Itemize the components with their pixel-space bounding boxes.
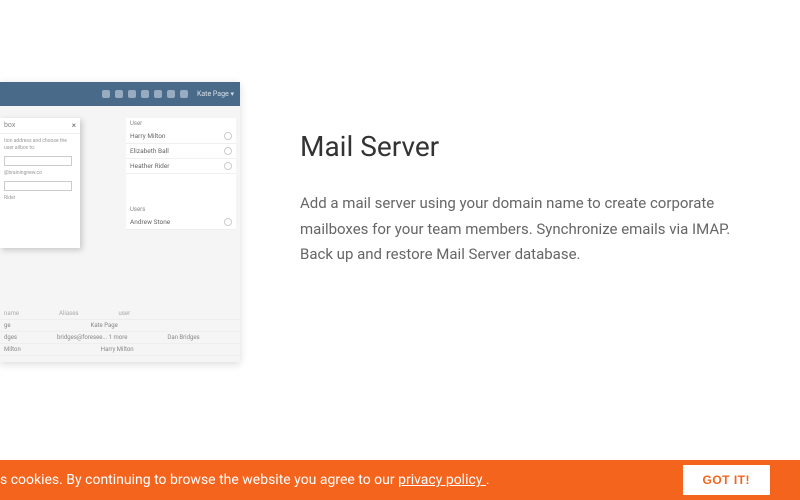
- current-user: Kate Page ▾: [197, 90, 234, 98]
- modal-title: box: [4, 121, 15, 130]
- mail-icon: [154, 90, 162, 98]
- user-row: Harry Milton: [126, 129, 236, 144]
- modal-hint: tion address and choose the user ailbox …: [4, 138, 76, 152]
- col-header: name: [4, 310, 19, 317]
- table-row: MiltonHarry Milton: [0, 344, 240, 356]
- close-icon: ×: [72, 121, 76, 130]
- mailboxes-table: name Aliases user geKate Page dgesbridges@…: [0, 308, 240, 356]
- radio-icon: [224, 132, 232, 140]
- gear-icon: [102, 90, 110, 98]
- search-icon: [128, 90, 136, 98]
- user-list-header: User: [126, 118, 236, 129]
- cookie-banner: s cookies. By continuing to browse the w…: [0, 460, 800, 500]
- mailbox-name-input: [4, 156, 72, 166]
- got-it-button[interactable]: GOT IT!: [683, 465, 771, 495]
- table-row: geKate Page: [0, 320, 240, 332]
- privacy-policy-link[interactable]: privacy policy: [398, 472, 486, 488]
- screenshot-mail-server: Kate Page ▾ box × tion address and choos…: [0, 82, 240, 362]
- cookie-text: s cookies. By continuing to browse the w…: [0, 472, 490, 488]
- apps-icon: [167, 90, 175, 98]
- radio-icon: [224, 218, 232, 226]
- user-row: Elizabeth Ball: [126, 144, 236, 159]
- owner-name: Rider: [4, 195, 76, 202]
- radio-icon: [224, 147, 232, 155]
- section-description: Add a mail server using your domain name…: [300, 191, 760, 268]
- user-row: Heather Rider: [126, 159, 236, 174]
- col-header: user: [119, 310, 131, 317]
- bell-icon: [115, 90, 123, 98]
- app-top-bar: Kate Page ▾: [0, 82, 240, 106]
- mailbox-owner-input: [4, 181, 72, 191]
- chat-icon: [141, 90, 149, 98]
- radio-icon: [224, 162, 232, 170]
- user-list-header: Users: [126, 204, 236, 215]
- table-row: dgesbridges@foresee... 1 moreDan Bridges: [0, 332, 240, 344]
- create-mailbox-modal: box × tion address and choose the user a…: [0, 118, 80, 248]
- user-picker: User Harry Milton Elizabeth Ball Heather…: [126, 118, 236, 230]
- section-title: Mail Server: [300, 130, 760, 163]
- col-header: Aliases: [59, 310, 78, 317]
- domain-suffix: @brainingnew.co: [4, 170, 76, 177]
- user-row: Andrew Stone: [126, 215, 236, 230]
- avatar-icon: [180, 90, 188, 98]
